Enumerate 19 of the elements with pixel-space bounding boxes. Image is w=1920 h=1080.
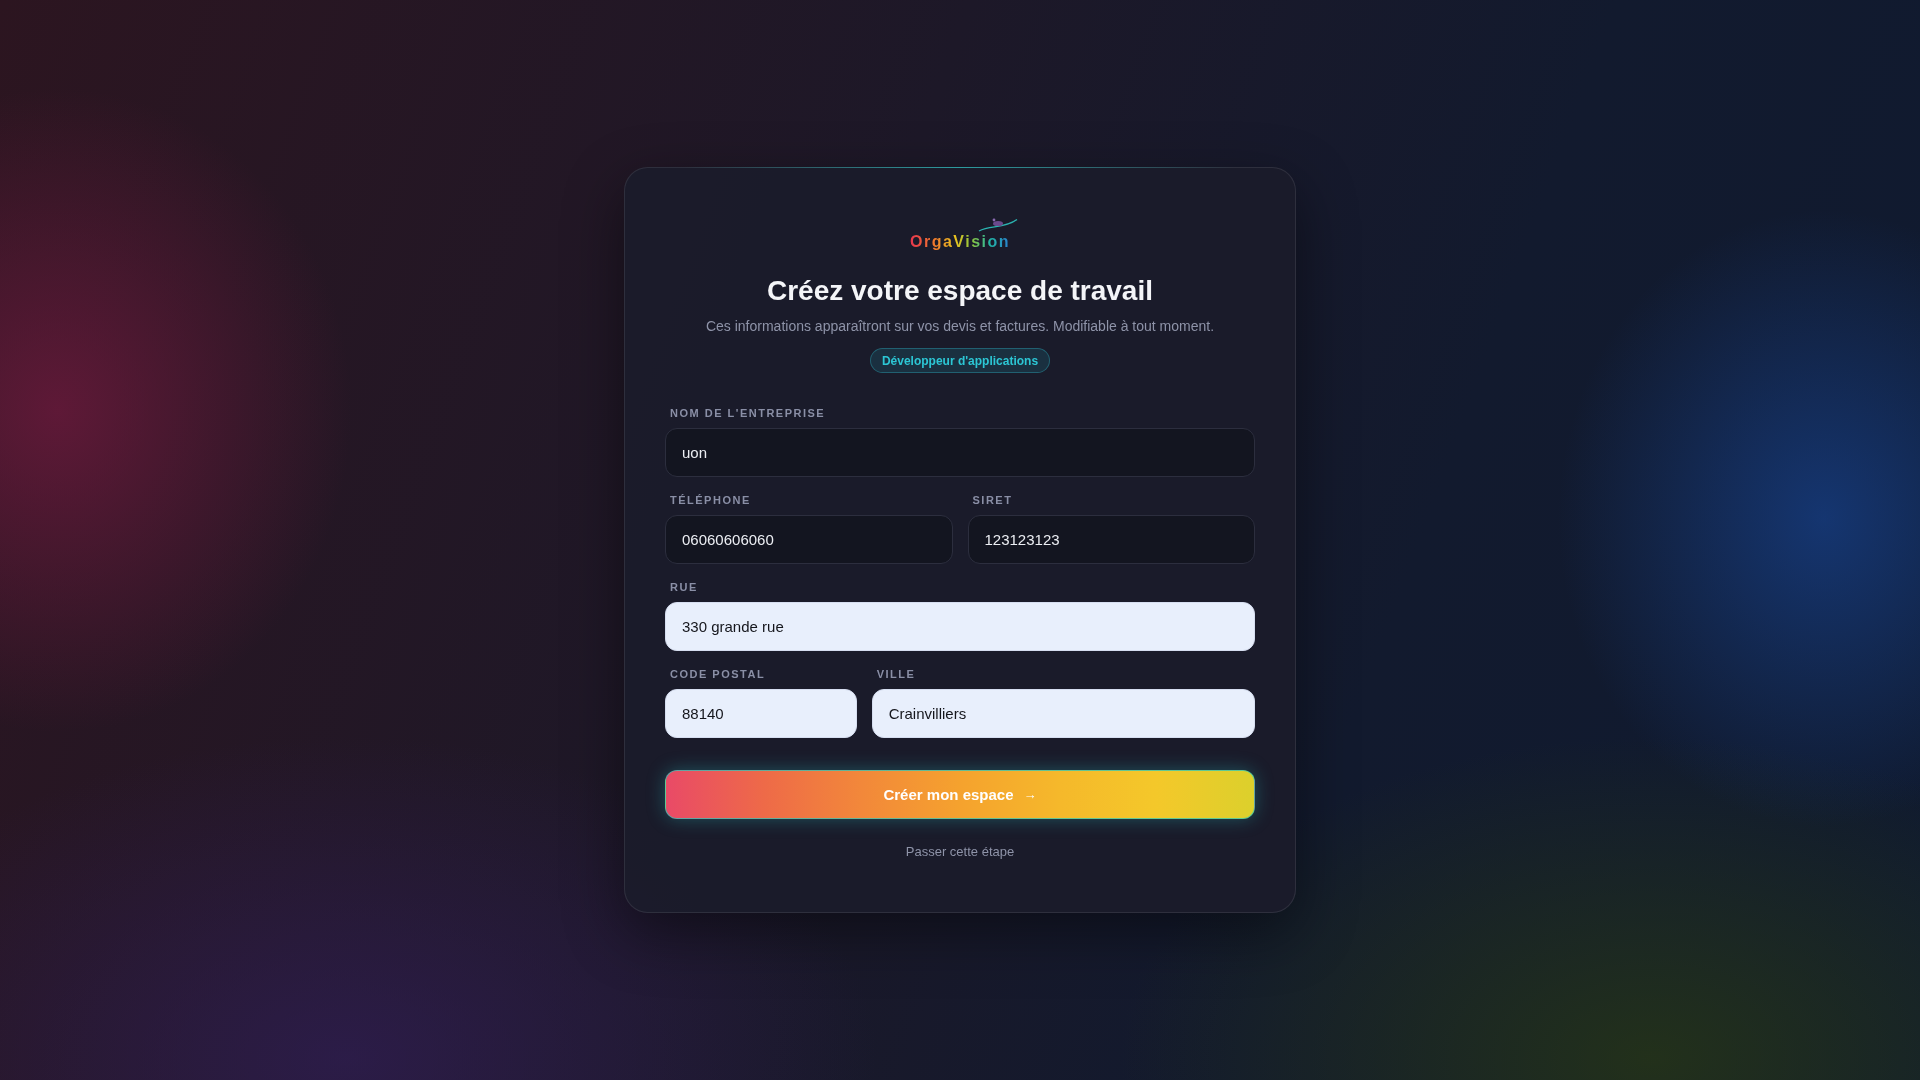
page-title: Créez votre espace de travail <box>767 274 1153 308</box>
field-label: SIRET <box>971 493 1014 507</box>
skip-link[interactable]: Passer cette étape <box>905 842 1015 862</box>
field-label: NOM DE L'ENTREPRISE <box>669 406 827 420</box>
field-label: RUE <box>669 580 699 594</box>
subtitle-text: Ces informations apparaîtront sur vos devis et factures. Modifiable à tout moment. <box>705 317 1215 336</box>
arrow-icon: → <box>1023 787 1037 802</box>
field-label: VILLE <box>875 667 917 681</box>
field-label: TÉLÉPHONE <box>669 493 752 507</box>
text-field[interactable]: 330 grande rue <box>665 602 1255 651</box>
logo-wordmark: OrgaVision <box>909 233 1011 250</box>
role-badge: Développeur d'applications <box>869 348 1051 373</box>
field-label: CODE POSTAL <box>669 667 767 681</box>
swoosh-icon <box>978 218 1019 232</box>
text-field[interactable]: Crainvilliers <box>871 689 1255 738</box>
text-field[interactable]: 123123123 <box>967 515 1255 564</box>
text-field[interactable]: 88140 <box>665 689 857 738</box>
text-field[interactable]: uon <box>665 428 1255 477</box>
text-field[interactable]: 06060606060 <box>665 515 953 564</box>
